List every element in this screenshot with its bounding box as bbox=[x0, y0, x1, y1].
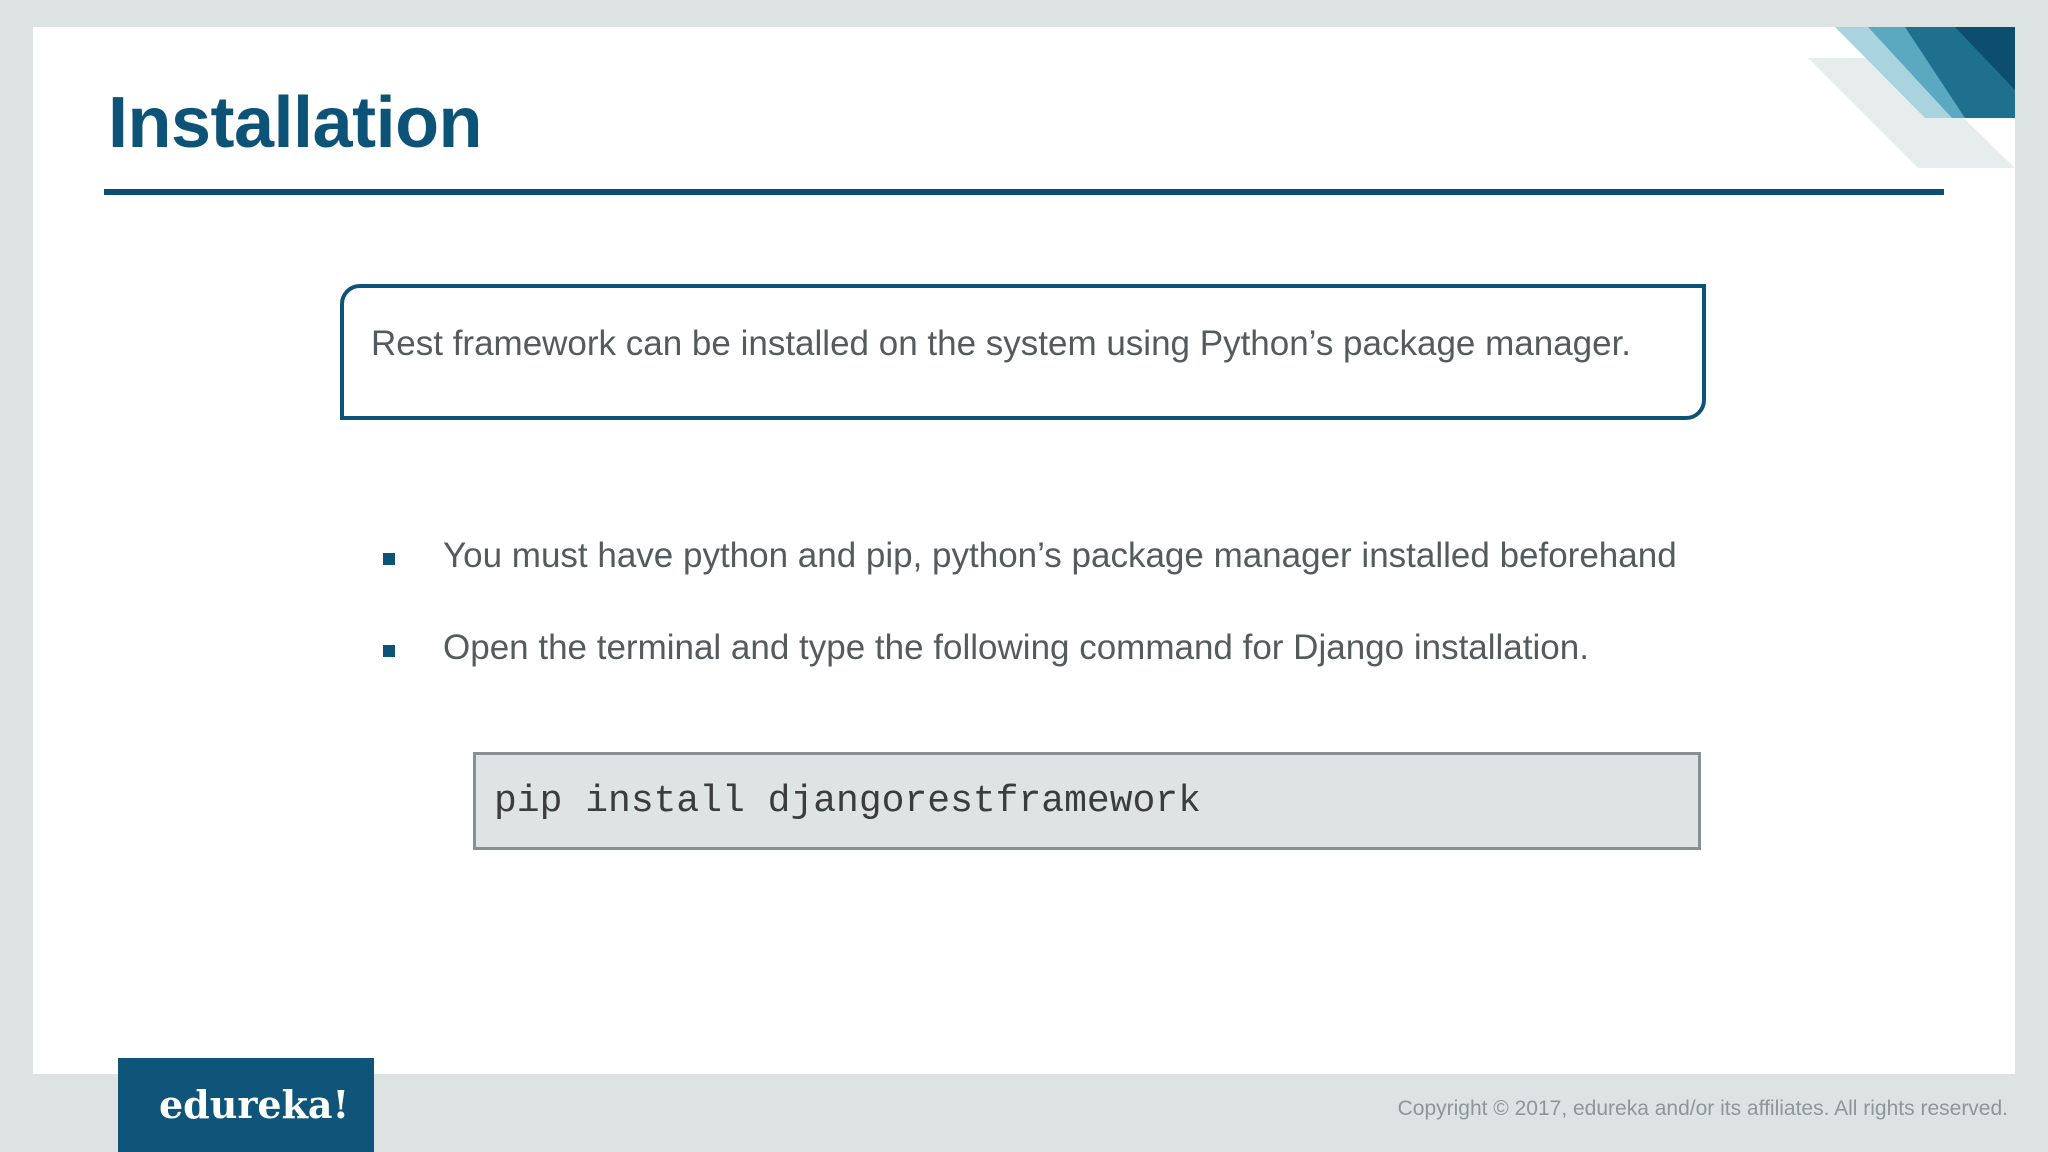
intro-text: Rest framework can be installed on the s… bbox=[371, 324, 1632, 363]
logo-text: edureka! bbox=[159, 1082, 350, 1127]
bullet-text: Open the terminal and type the following… bbox=[443, 628, 1589, 667]
edureka-logo: edureka! bbox=[118, 1058, 374, 1152]
command-box: pip install djangorestframework bbox=[473, 752, 1701, 850]
copyright-notice: Copyright © 2017, edureka and/or its aff… bbox=[1397, 1097, 2008, 1120]
intro-callout: Rest framework can be installed on the s… bbox=[340, 284, 1706, 420]
bullet-text: You must have python and pip, python’s p… bbox=[443, 536, 1677, 575]
square-bullet-icon bbox=[383, 645, 395, 657]
command-text: pip install djangorestframework bbox=[494, 780, 1201, 823]
title-underline bbox=[104, 189, 1944, 195]
slide-title: Installation bbox=[108, 83, 483, 163]
square-bullet-icon bbox=[383, 553, 395, 565]
